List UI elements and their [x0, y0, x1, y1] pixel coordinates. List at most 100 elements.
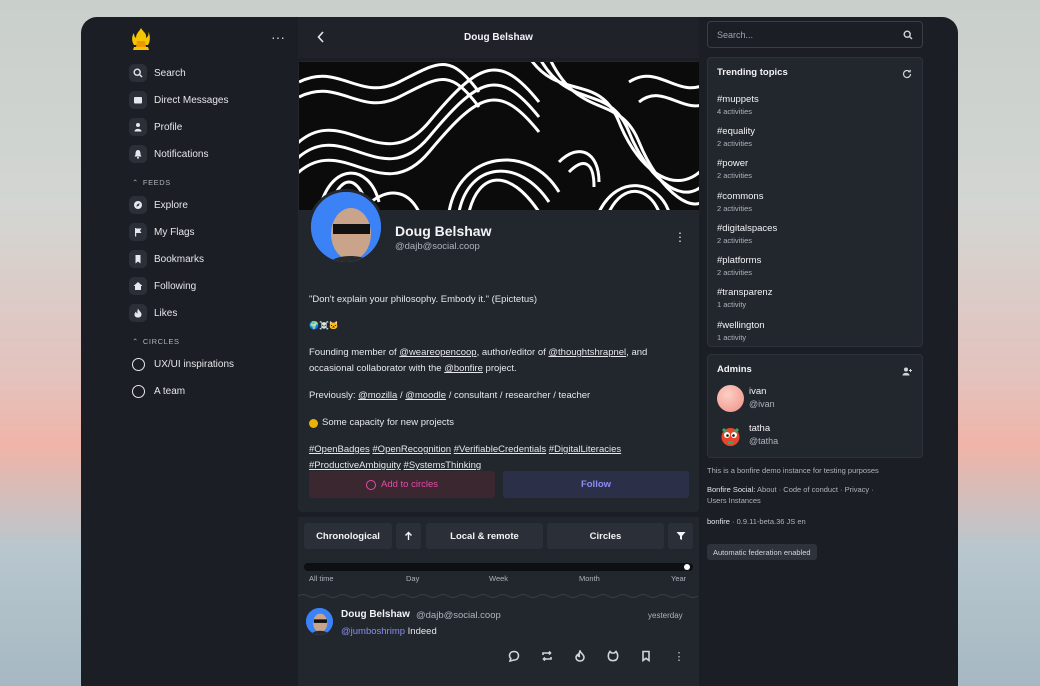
filter-icon — [676, 532, 685, 540]
more-vertical-icon[interactable]: ⋮ — [671, 650, 687, 663]
hashtag-link[interactable]: #DigitalLiteracies — [549, 444, 621, 455]
admin-avatar[interactable] — [717, 385, 744, 412]
nav-circle-a-team[interactable]: A team — [129, 381, 185, 401]
admin-name[interactable]: tatha — [749, 423, 770, 434]
bookmark-icon — [129, 250, 147, 268]
admin-handle: @ivan — [749, 399, 775, 409]
inbox-icon — [129, 91, 147, 109]
federation-badge: Automatic federation enabled — [707, 544, 817, 560]
footer-brand: Bonfire Social: — [707, 485, 756, 494]
nav-search[interactable]: Search — [129, 63, 186, 83]
footer-links: Bonfire Social: About · Code of conduct … — [707, 485, 923, 506]
admins-title: Admins — [717, 364, 752, 375]
nav-label: Explore — [154, 199, 188, 211]
nav-notifications[interactable]: Notifications — [129, 144, 208, 164]
post-avatar[interactable] — [306, 608, 333, 635]
trending-tag[interactable]: #commons — [717, 191, 763, 202]
feed-panel: Chronological Local & remote Circles All… — [298, 517, 699, 686]
post-author[interactable]: Doug Belshaw — [341, 609, 410, 620]
nav-label: A team — [154, 385, 186, 397]
slider-tick: Year — [671, 574, 687, 583]
nav-following[interactable]: Following — [129, 276, 196, 296]
mention-link[interactable]: @thoughtshrapnel — [548, 347, 626, 358]
nav-explore[interactable]: Explore — [129, 195, 188, 215]
trending-tag[interactable]: #wellington — [717, 320, 765, 331]
refresh-icon[interactable] — [902, 69, 912, 79]
footer-link-group[interactable]: Users Instances — [707, 496, 761, 505]
mention-link[interactable]: @weareopencoop — [399, 347, 476, 358]
flag-icon — [129, 223, 147, 241]
circle-icon — [365, 479, 376, 490]
page-title: Doug Belshaw — [464, 32, 533, 43]
chevron-up-icon: ⌃ — [132, 337, 139, 346]
admin-avatar[interactable] — [717, 422, 744, 449]
bookmark-icon[interactable] — [638, 650, 654, 662]
time-range-slider[interactable] — [304, 563, 693, 571]
more-menu-icon[interactable]: ··· — [271, 29, 285, 45]
wavy-divider — [298, 594, 699, 598]
add-user-icon[interactable] — [902, 367, 912, 376]
version-brand[interactable]: bonfire — [707, 517, 730, 526]
trending-count: 2 activities — [717, 268, 753, 277]
mention-link[interactable]: @mozilla — [358, 390, 397, 401]
search-icon — [129, 64, 147, 82]
tab-local-remote[interactable]: Local & remote — [426, 523, 543, 549]
hashtag-link[interactable]: #VerifiableCredentials — [454, 444, 546, 455]
feeds-section-toggle[interactable]: ⌃ FEEDS — [132, 178, 171, 187]
trending-tag[interactable]: #digitalspaces — [717, 223, 777, 234]
hashtag-link[interactable]: #ProductiveAmbiguity — [309, 460, 401, 471]
reply-icon[interactable] — [506, 650, 522, 662]
hashtag-link[interactable]: #OpenRecognition — [372, 444, 451, 455]
trending-count: 4 activities — [717, 107, 753, 116]
trending-tag[interactable]: #power — [717, 158, 748, 169]
nav-likes[interactable]: Likes — [129, 303, 177, 323]
status-dot-icon — [309, 418, 318, 428]
footer-link-group[interactable]: About · Code of conduct · Privacy · — [755, 485, 874, 494]
tab-circles[interactable]: Circles — [547, 523, 664, 549]
boost-icon[interactable] — [539, 650, 555, 662]
slider-tick: All time — [309, 574, 334, 583]
post-handle: @dajb@social.coop — [416, 610, 501, 621]
add-to-circles-button[interactable]: Add to circles — [309, 471, 495, 498]
filter-button[interactable] — [668, 523, 693, 549]
admin-name[interactable]: ivan — [749, 386, 766, 397]
nav-my-flags[interactable]: My Flags — [129, 222, 195, 242]
slider-handle[interactable] — [684, 564, 690, 570]
mention-link[interactable]: @jumboshrimp — [341, 626, 405, 637]
main-column: Doug Belshaw Doug Belshaw @dajb@social.c… — [298, 17, 699, 686]
trending-panel: Trending topics #muppets 4 activities #e… — [707, 57, 923, 347]
bonfire-logo-icon[interactable] — [131, 27, 151, 51]
chevron-left-icon[interactable] — [316, 31, 326, 43]
circles-section-toggle[interactable]: ⌃ CIRCLES — [132, 337, 180, 346]
emoji-react-icon[interactable] — [605, 650, 621, 662]
nav-bookmarks[interactable]: Bookmarks — [129, 249, 204, 269]
sort-direction-button[interactable] — [396, 523, 421, 549]
like-flame-icon[interactable] — [572, 650, 588, 662]
tab-chronological[interactable]: Chronological — [304, 523, 392, 549]
profile-avatar[interactable] — [308, 189, 384, 265]
nav-label: Profile — [154, 121, 183, 133]
trending-tag[interactable]: #equality — [717, 126, 755, 137]
mention-link[interactable]: @bonfire — [444, 363, 483, 374]
trending-tag[interactable]: #muppets — [717, 94, 759, 105]
search-input[interactable]: Search... — [707, 21, 923, 48]
trending-tag[interactable]: #transparenz — [717, 287, 772, 298]
home-icon — [129, 277, 147, 295]
circle-icon — [129, 382, 147, 400]
nav-direct-messages[interactable]: Direct Messages — [129, 90, 228, 110]
post-timestamp[interactable]: yesterday — [648, 611, 683, 620]
slider-tick: Month — [579, 574, 600, 583]
profile-more-icon[interactable]: ⋮ — [674, 230, 686, 244]
post-content: @jumboshrimp Indeed — [341, 626, 437, 637]
follow-button[interactable]: Follow — [503, 471, 689, 498]
hashtag-link[interactable]: #SystemsThinking — [404, 460, 482, 471]
trending-tag[interactable]: #platforms — [717, 255, 761, 266]
search-icon[interactable] — [903, 30, 913, 40]
mention-link[interactable]: @moodle — [405, 390, 446, 401]
hashtag-link[interactable]: #OpenBadges — [309, 444, 370, 455]
app-window: ··· Search Direct Messages Profile Notif… — [81, 17, 958, 686]
nav-profile[interactable]: Profile — [129, 117, 182, 137]
nav-circle-ux-ui[interactable]: UX/UI inspirations — [129, 354, 234, 374]
circle-icon — [129, 355, 147, 373]
sidebar: ··· Search Direct Messages Profile Notif… — [81, 17, 298, 686]
